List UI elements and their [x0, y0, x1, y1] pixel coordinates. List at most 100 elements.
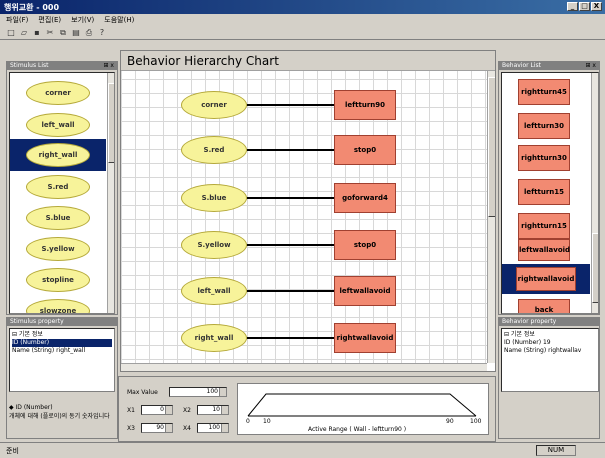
behavior-property-panel: Behavior property ⊟ 기본 정보 ID (Number) 19…	[498, 317, 600, 439]
behavior-item-rightturn45[interactable]: rightturn45	[518, 79, 570, 105]
link-line	[247, 197, 335, 199]
menu-file[interactable]: 파일(F)	[6, 15, 28, 25]
range-tick-90: 90	[446, 418, 454, 425]
chart-behavior-leftwallavoid[interactable]: leftwallavoid	[334, 276, 396, 306]
behavior-list: rightturn45 leftturn30 rightturn30 leftt…	[501, 72, 599, 314]
scroll-thumb[interactable]	[108, 83, 114, 163]
x4-input[interactable]: 100	[197, 423, 229, 433]
chart-behavior-stop0-2[interactable]: stop0	[334, 230, 396, 260]
max-value-label: Max Value	[127, 389, 158, 396]
behavior-item-back[interactable]: back	[518, 299, 570, 313]
chart-behavior-leftturn90[interactable]: leftturn90	[334, 90, 396, 120]
stimulus-list-panel: Stimulus List ⊞ x corner left_wall right_…	[6, 61, 118, 315]
save-icon[interactable]: ▪	[32, 28, 42, 38]
status-text: 준비	[6, 447, 19, 455]
behavior-item-leftturn30[interactable]: leftturn30	[518, 113, 570, 139]
stimulus-list: corner left_wall right_wall S.red S.blue…	[9, 72, 115, 314]
behavior-list-panel: Behavior List ⊞ x rightturn45 leftturn30 …	[498, 61, 600, 315]
chart-stimulus-s-yellow[interactable]: S.yellow	[181, 231, 247, 259]
x1-input[interactable]: 0	[141, 405, 173, 415]
minimize-button[interactable]: _	[567, 2, 578, 11]
menu-edit[interactable]: 편집(E)	[38, 15, 61, 25]
stimulus-item-slowzone[interactable]: slowzone	[26, 299, 90, 313]
menu-help[interactable]: 도움말(H)	[104, 15, 134, 25]
cut-icon[interactable]: ✂	[45, 28, 55, 38]
chart-stimulus-right-wall[interactable]: right_wall	[181, 324, 247, 352]
chart-behavior-rightwallavoid[interactable]: rightwallavoid	[334, 323, 396, 353]
behavior-item-rightturn15[interactable]: rightturn15	[518, 213, 570, 239]
help-icon[interactable]: ?	[97, 28, 107, 38]
range-tick-10: 10	[263, 418, 271, 425]
x3-input[interactable]: 90	[141, 423, 173, 433]
link-line	[247, 149, 335, 151]
new-file-icon[interactable]: □	[6, 28, 16, 38]
behavior-item-leftwallavoid[interactable]: leftwallavoid	[518, 239, 570, 261]
prop-id-row[interactable]: ID (Number)	[12, 339, 112, 347]
canvas-title: Behavior Hierarchy Chart	[121, 51, 495, 71]
chart-stimulus-s-red[interactable]: S.red	[181, 136, 247, 164]
stimulus-item-s-yellow[interactable]: S.yellow	[26, 237, 90, 261]
x2-input[interactable]: 10	[197, 405, 229, 415]
x2-label: X2	[183, 407, 191, 414]
link-line	[247, 244, 335, 246]
window-title: 행위교환 - 000	[4, 3, 60, 12]
behavior-property-title: Behavior property	[499, 318, 599, 326]
behavior-item-rightwallavoid[interactable]: rightwallavoid	[516, 267, 576, 291]
scroll-thumb[interactable]	[488, 77, 495, 217]
chart-stimulus-corner[interactable]: corner	[181, 91, 247, 119]
property-description: ◆ ID (Number) 개체에 대해 (플로이)의 동기 숫자입니다	[9, 404, 110, 420]
active-range-graph[interactable]: 0 10 90 100 Active Range ( Wall - lefttu…	[237, 383, 489, 435]
menu-view[interactable]: 보기(V)	[71, 15, 94, 25]
chart-behavior-goforward4[interactable]: goforward4	[334, 183, 396, 213]
prop-name-row[interactable]: Name (String) rightwallav	[504, 347, 596, 355]
chart-stimulus-s-blue[interactable]: S.blue	[181, 184, 247, 212]
canvas-vertical-scrollbar[interactable]	[487, 71, 495, 363]
print-icon[interactable]: ⎙	[84, 28, 94, 38]
scroll-thumb[interactable]	[592, 233, 598, 303]
canvas-horizontal-scrollbar[interactable]	[121, 363, 487, 371]
prop-category: ⊟ 기본 정보	[504, 331, 535, 338]
x1-label: X1	[127, 407, 135, 414]
link-line	[247, 104, 335, 106]
num-lock-indicator: NUM	[536, 445, 576, 456]
open-folder-icon[interactable]: ▱	[19, 28, 29, 38]
range-caption: Active Range ( Wall - leftturn90 )	[308, 426, 407, 433]
stimulus-item-right-wall[interactable]: right_wall	[26, 143, 90, 167]
stimulus-property-title: Stimulus property	[7, 318, 117, 326]
maximize-button[interactable]: □	[579, 2, 590, 11]
stimulus-property-grid[interactable]: ⊟ 기본 정보 ID (Number) Name (String) right_…	[9, 328, 115, 392]
toolbar: □ ▱ ▪ ✂ ⧉ ▤ ⎙ ?	[0, 26, 605, 40]
copy-icon[interactable]: ⧉	[58, 28, 68, 38]
behavior-property-grid[interactable]: ⊟ 기본 정보 ID (Number) 19 Name (String) rig…	[501, 328, 599, 392]
stimulus-item-corner[interactable]: corner	[26, 81, 90, 105]
prop-id-row[interactable]: ID (Number) 19	[504, 339, 596, 347]
stimulus-list-title: Stimulus List ⊞ x	[7, 62, 117, 70]
stimulus-item-s-red[interactable]: S.red	[26, 175, 90, 199]
behavior-item-leftturn15[interactable]: leftturn15	[518, 179, 570, 205]
range-tick-0: 0	[246, 418, 250, 425]
title-bar: 행위교환 - 000 _ □ X	[0, 0, 605, 14]
prop-name-row[interactable]: Name (String) right_wall	[12, 347, 112, 355]
x3-label: X3	[127, 425, 135, 432]
behavior-list-title: Behavior List ⊞ x	[499, 62, 599, 70]
stimulus-item-stopline[interactable]: stopline	[26, 268, 90, 292]
behavior-item-rightturn30[interactable]: rightturn30	[518, 145, 570, 171]
close-button[interactable]: X	[591, 2, 602, 11]
panel-close-icon[interactable]: ⊞ x	[104, 62, 115, 70]
active-range-panel: Max Value 100 X1 0 X2 10 X3 90 X4 100 0 …	[118, 376, 496, 442]
stimulus-property-panel: Stimulus property ⊟ 기본 정보 ID (Number) Na…	[6, 317, 118, 439]
chart-behavior-stop0[interactable]: stop0	[334, 135, 396, 165]
max-value-input[interactable]: 100	[169, 387, 227, 397]
range-tick-100: 100	[470, 418, 482, 425]
status-bar: 준비 NUM	[0, 442, 605, 458]
menu-bar: 파일(F) 편집(E) 보기(V) 도움말(H)	[0, 14, 605, 26]
behavior-scrollbar[interactable]	[591, 73, 598, 313]
prop-category: ⊟ 기본 정보	[12, 331, 43, 338]
paste-icon[interactable]: ▤	[71, 28, 81, 38]
behavior-hierarchy-canvas[interactable]: Behavior Hierarchy Chart corner leftturn…	[120, 50, 496, 372]
panel-close-icon[interactable]: ⊞ x	[586, 62, 597, 70]
chart-stimulus-left-wall[interactable]: left_wall	[181, 277, 247, 305]
stimulus-scrollbar[interactable]	[107, 73, 114, 313]
stimulus-item-s-blue[interactable]: S.blue	[26, 206, 90, 230]
stimulus-item-left-wall[interactable]: left_wall	[26, 113, 90, 137]
